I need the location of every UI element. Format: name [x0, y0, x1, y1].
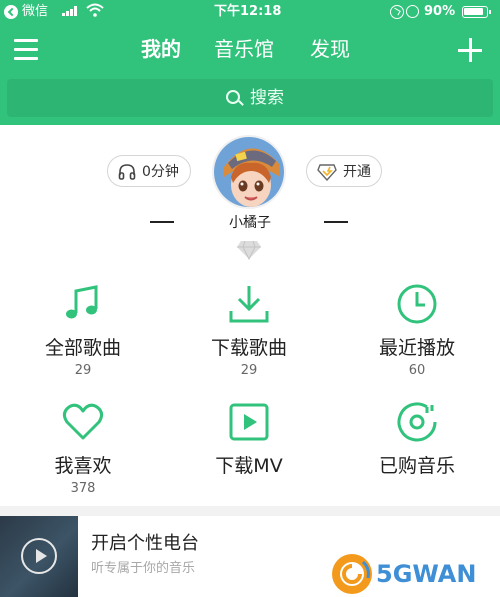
add-icon[interactable]: [458, 38, 482, 62]
play-icon[interactable]: [21, 538, 57, 574]
downloaded-songs-item[interactable]: 下载歌曲 29: [166, 275, 332, 387]
status-carrier: 微信: [22, 4, 49, 19]
avatar[interactable]: [212, 135, 286, 209]
favorites-label: 我喜欢: [54, 455, 112, 477]
my-music-grid: 全部歌曲 29 下载歌曲 29 最近播放 60 我喜欢 378 下载MV 已购音…: [0, 275, 500, 505]
tab-mine[interactable]: 我的: [141, 36, 181, 62]
level-diamond-icon[interactable]: [236, 239, 262, 261]
all-songs-count: 29: [74, 363, 92, 378]
downloaded-mv-item[interactable]: 下载MV: [166, 393, 332, 505]
purchased-music-item[interactable]: 已购音乐: [334, 393, 500, 505]
signal-icon: [62, 6, 80, 16]
stat-right-placeholder: [324, 221, 348, 223]
vip-diamond-icon: [317, 163, 337, 182]
headphones-icon: [118, 163, 136, 181]
recently-played-count: 60: [408, 363, 426, 378]
radio-title: 开启个性电台: [91, 533, 199, 554]
favorites-item[interactable]: 我喜欢 378: [0, 393, 166, 505]
wifi-icon: [86, 3, 104, 17]
tab-discover[interactable]: 发现: [310, 36, 350, 62]
all-songs-item[interactable]: 全部歌曲 29: [0, 275, 166, 387]
search-placeholder: 搜索: [250, 88, 284, 108]
download-icon: [228, 283, 270, 325]
purchased-music-label: 已购音乐: [378, 455, 455, 477]
disc-icon: [396, 401, 438, 443]
search-icon: [226, 90, 240, 104]
listen-time-button[interactable]: 0分钟: [107, 155, 191, 187]
profile-section: 0分钟 开通 小橘子: [0, 125, 500, 275]
menu-icon[interactable]: [14, 39, 38, 61]
battery-percent: 90%: [424, 4, 456, 19]
site-watermark: 5GWAN: [330, 552, 500, 597]
recently-played-item[interactable]: 最近播放 60: [334, 275, 500, 387]
downloaded-mv-label: 下载MV: [215, 455, 283, 477]
downloaded-songs-count: 29: [240, 363, 258, 378]
watermark-logo-icon: [330, 552, 374, 596]
alarm-icon: [406, 5, 419, 18]
stat-left-placeholder: [150, 221, 174, 223]
watermark-text: 5GWAN: [376, 560, 477, 588]
back-to-app-icon[interactable]: [4, 5, 18, 19]
video-icon: [228, 401, 270, 443]
tab-music-hall[interactable]: 音乐馆: [214, 36, 274, 62]
rotation-lock-icon: [390, 5, 404, 19]
status-time: 下午12:18: [214, 4, 282, 19]
radio-subtitle: 听专属于你的音乐: [91, 561, 196, 576]
favorites-count: 378: [70, 481, 96, 496]
top-nav: 我的 音乐馆 发现: [0, 24, 500, 76]
heart-icon: [62, 401, 104, 443]
listen-time: 0分钟: [142, 164, 179, 180]
all-songs-label: 全部歌曲: [44, 337, 121, 359]
search-bar[interactable]: 搜索: [7, 79, 493, 117]
vip-open-button[interactable]: 开通: [306, 155, 382, 187]
vip-open-label: 开通: [343, 164, 371, 180]
music-note-icon: [62, 283, 104, 325]
section-divider: [0, 506, 500, 516]
app-header: 微信 下午12:18 90% 我的 音乐馆 发现 搜索: [0, 0, 500, 125]
battery-icon: [462, 6, 491, 18]
radio-thumbnail: [0, 516, 78, 597]
status-bar: 微信 下午12:18 90%: [0, 0, 500, 24]
downloaded-songs-label: 下载歌曲: [210, 337, 287, 359]
clock-icon: [396, 283, 438, 325]
recently-played-label: 最近播放: [378, 337, 455, 359]
username[interactable]: 小橘子: [200, 213, 300, 233]
